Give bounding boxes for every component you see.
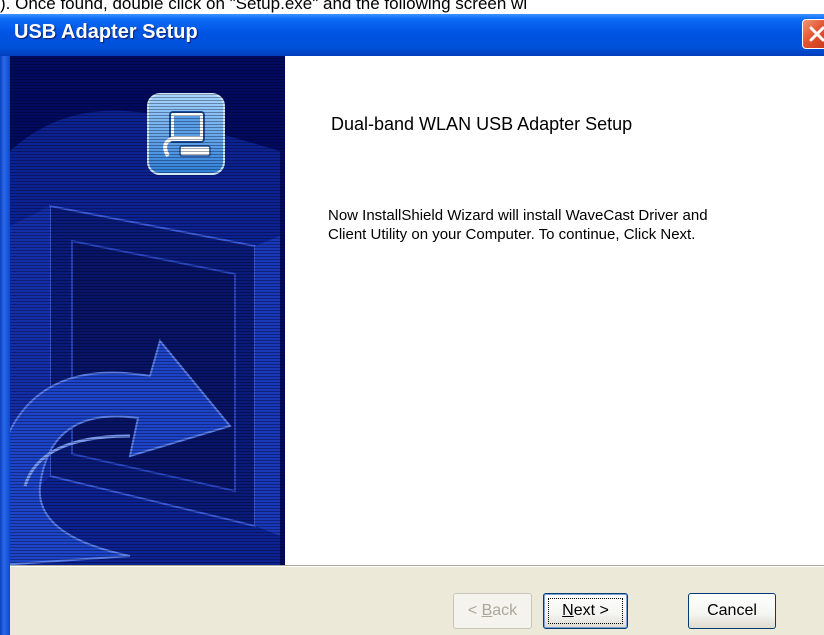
close-icon [809,26,824,42]
window-frame-left [0,56,10,635]
wizard-content: Dual-band WLAN USB Adapter Setup Now Ins… [285,56,824,565]
next-button[interactable]: Next > [543,593,628,629]
setup-computer-icon [147,93,225,175]
back-button[interactable]: < Back [453,593,532,629]
setup-description: Now InstallShield Wizard will install Wa… [328,207,708,243]
title-bar[interactable]: USB Adapter Setup [0,14,824,56]
button-separator [10,565,824,567]
cancel-button[interactable]: Cancel [688,593,776,629]
setup-heading: Dual-band WLAN USB Adapter Setup [331,114,633,134]
document-text-line: ). Once found, double click on "Setup.ex… [0,0,528,13]
close-button[interactable] [802,19,824,49]
setup-dialog-window: USB Adapter Setup Dual-band WLAN USB Ada… [0,14,824,635]
installer-side-panel [10,56,285,565]
window-title: USB Adapter Setup [14,21,198,43]
installer-graphic [10,93,280,565]
